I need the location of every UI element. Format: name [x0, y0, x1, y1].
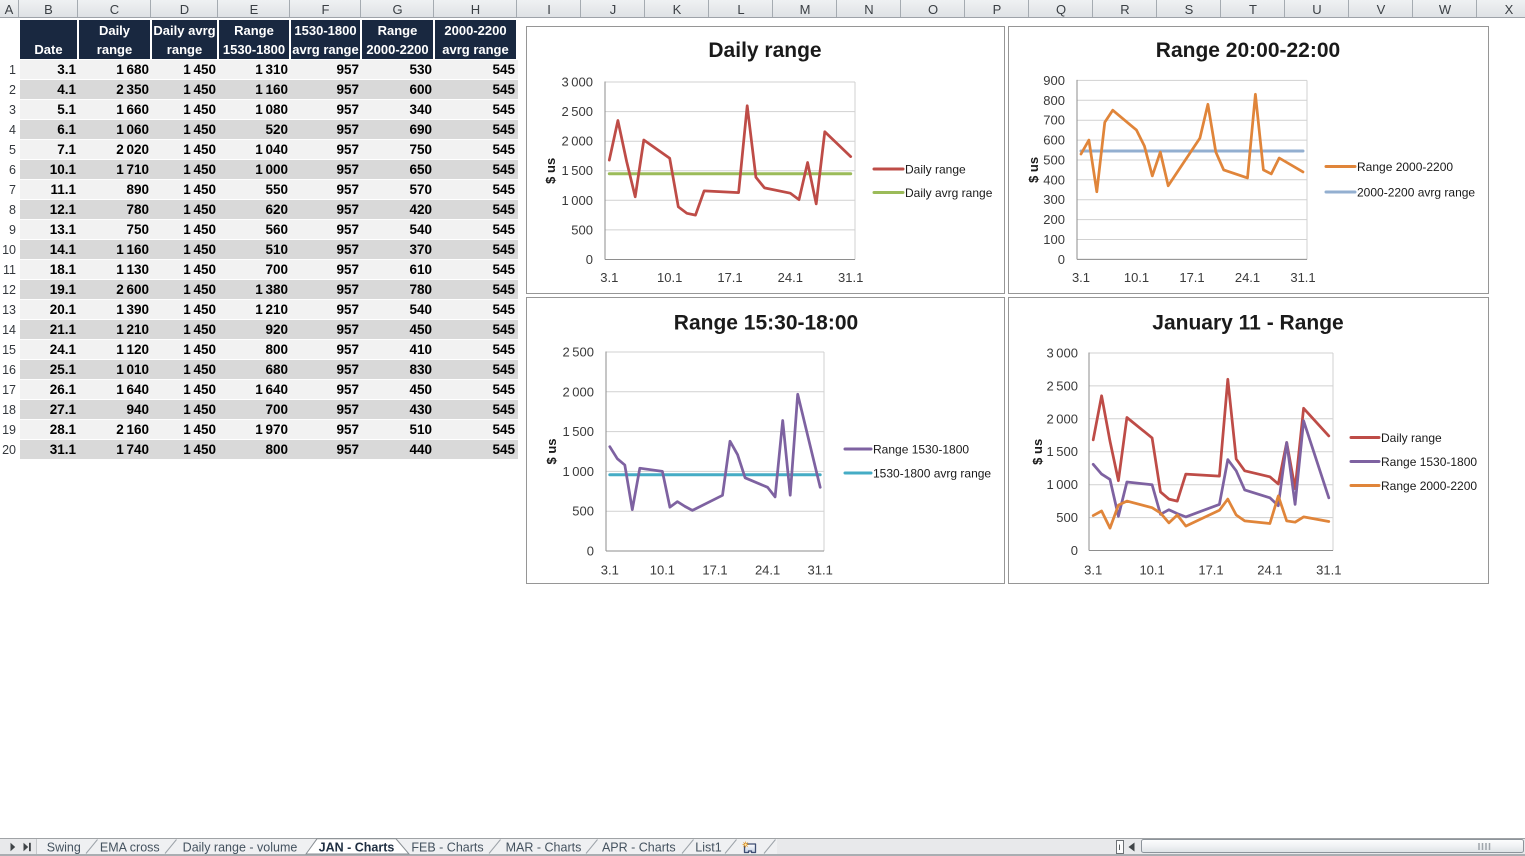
svg-text:0: 0 [586, 252, 593, 267]
svg-text:800: 800 [1043, 93, 1065, 108]
svg-text:31.1: 31.1 [1290, 270, 1315, 285]
svg-text:24.1: 24.1 [1235, 270, 1260, 285]
svg-text:1 000: 1 000 [1046, 477, 1078, 492]
svg-text:10.1: 10.1 [650, 563, 675, 578]
svg-text:3 000: 3 000 [561, 75, 593, 90]
svg-text:1 500: 1 500 [561, 163, 593, 178]
svg-text:$ us: $ us [1026, 157, 1041, 183]
svg-text:500: 500 [571, 222, 593, 237]
svg-text:1 000: 1 000 [561, 193, 593, 208]
svg-text:3 000: 3 000 [1046, 346, 1078, 361]
svg-text:31.1: 31.1 [838, 270, 863, 285]
svg-text:200: 200 [1043, 212, 1065, 227]
svg-text:900: 900 [1043, 73, 1065, 88]
svg-text:Swing: Swing [47, 841, 81, 855]
svg-text:2 500: 2 500 [1046, 378, 1078, 393]
svg-text:January 11 - Range: January 11 - Range [1152, 312, 1343, 335]
svg-text:0: 0 [1058, 252, 1065, 267]
svg-text:3.1: 3.1 [601, 563, 619, 578]
svg-text:700: 700 [1043, 113, 1065, 128]
svg-text:FEB - Charts: FEB - Charts [411, 841, 483, 855]
svg-text:JAN - Charts: JAN - Charts [319, 841, 395, 855]
svg-text:31.1: 31.1 [1316, 563, 1341, 578]
svg-text:1 000: 1 000 [562, 464, 594, 479]
svg-text:17.1: 17.1 [1179, 270, 1204, 285]
svg-text:2 000: 2 000 [561, 134, 593, 149]
svg-text:17.1: 17.1 [702, 563, 727, 578]
svg-text:1530-1800 avrg range: 1530-1800 avrg range [873, 467, 991, 481]
svg-text:17.1: 17.1 [717, 270, 742, 285]
svg-text:$ us: $ us [544, 438, 559, 464]
svg-text:Daily range - volume: Daily range - volume [183, 841, 298, 855]
svg-text:2 500: 2 500 [561, 104, 593, 119]
svg-text:Range 15:30-18:00: Range 15:30-18:00 [674, 312, 858, 335]
svg-text:EMA cross: EMA cross [100, 841, 160, 855]
svg-text:2 500: 2 500 [562, 345, 594, 360]
svg-text:10.1: 10.1 [1124, 270, 1149, 285]
svg-text:100: 100 [1043, 232, 1065, 247]
svg-text:400: 400 [1043, 172, 1065, 187]
svg-text:Range 20:00-22:00: Range 20:00-22:00 [1156, 39, 1340, 62]
svg-text:300: 300 [1043, 192, 1065, 207]
svg-text:Range 1530-1800: Range 1530-1800 [873, 443, 969, 457]
svg-text:Range 2000-2200: Range 2000-2200 [1357, 160, 1453, 174]
svg-text:APR - Charts: APR - Charts [602, 841, 676, 855]
svg-text:1 500: 1 500 [562, 424, 594, 439]
svg-text:Daily range: Daily range [905, 163, 966, 177]
svg-text:600: 600 [1043, 133, 1065, 148]
svg-text:31.1: 31.1 [808, 563, 833, 578]
svg-text:0: 0 [587, 544, 594, 559]
svg-text:Daily range: Daily range [1381, 431, 1442, 445]
svg-text:24.1: 24.1 [1257, 563, 1282, 578]
svg-text:Daily avrg range: Daily avrg range [905, 186, 993, 200]
svg-text:24.1: 24.1 [778, 270, 803, 285]
svg-text:Daily range: Daily range [708, 39, 821, 62]
svg-text:3.1: 3.1 [600, 270, 618, 285]
svg-text:0: 0 [1071, 543, 1078, 558]
svg-text:10.1: 10.1 [657, 270, 682, 285]
svg-text:500: 500 [1056, 510, 1078, 525]
svg-text:3.1: 3.1 [1084, 563, 1102, 578]
svg-text:10.1: 10.1 [1139, 563, 1164, 578]
svg-text:3.1: 3.1 [1072, 270, 1090, 285]
svg-text:2000-2200 avrg range: 2000-2200 avrg range [1357, 186, 1475, 200]
svg-text:List1: List1 [695, 841, 721, 855]
svg-text:500: 500 [1043, 153, 1065, 168]
svg-text:Range 2000-2200: Range 2000-2200 [1381, 479, 1477, 493]
svg-text:MAR - Charts: MAR - Charts [506, 841, 582, 855]
svg-text:1 500: 1 500 [1046, 444, 1078, 459]
svg-text:$ us: $ us [543, 158, 558, 184]
svg-text:24.1: 24.1 [755, 563, 780, 578]
svg-text:$ us: $ us [1030, 439, 1045, 465]
svg-text:2 000: 2 000 [562, 384, 594, 399]
svg-text:17.1: 17.1 [1198, 563, 1223, 578]
svg-text:2 000: 2 000 [1046, 411, 1078, 426]
svg-text:500: 500 [572, 504, 594, 519]
svg-text:Range 1530-1800: Range 1530-1800 [1381, 455, 1477, 469]
